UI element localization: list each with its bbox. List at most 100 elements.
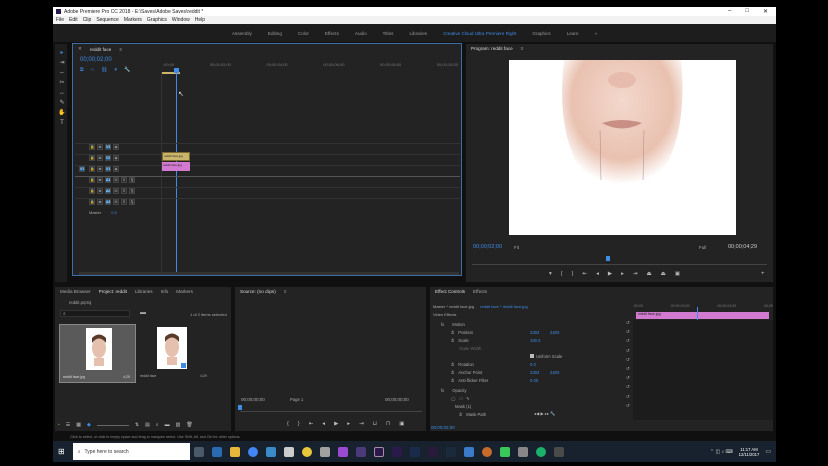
insert-icon[interactable]: ⊔ <box>373 421 377 427</box>
stopwatch-icon[interactable]: ⏱ <box>451 362 454 367</box>
ellipse-mask-icon[interactable]: ◯ <box>451 396 456 401</box>
lock-icon[interactable]: 🔒 <box>89 166 95 172</box>
play-icon[interactable]: ▶ <box>608 271 612 277</box>
effect-row-opacity[interactable]: fx Opacity <box>437 386 627 394</box>
project-item-selected[interactable]: reddit face.jpg 4;29 <box>59 324 136 383</box>
source-page-select[interactable]: Page 1 <box>290 397 303 402</box>
source-tab[interactable]: Source: (no clips) <box>240 289 276 294</box>
uniform-scale-checkbox[interactable] <box>530 354 534 358</box>
lock-icon[interactable]: 🔒 <box>89 188 95 194</box>
extract-icon[interactable]: ⏏ <box>661 271 666 277</box>
workspace-tab[interactable]: Audio <box>355 31 367 36</box>
track-label[interactable]: A3 <box>105 199 111 205</box>
wrench-icon[interactable]: 🔧 <box>124 67 130 73</box>
workspace-tab[interactable]: Titles <box>383 31 394 36</box>
timeline-close-icon[interactable]: ✕ <box>78 46 82 52</box>
workspace-tab-active[interactable]: Creative Cloud Ultra Premiere Right <box>443 31 516 36</box>
nest-icon[interactable]: ⧉ <box>80 67 84 73</box>
toggle-output-icon[interactable]: ◉ <box>113 166 119 172</box>
windows-start-icon[interactable]: ⊞ <box>58 447 65 456</box>
photoshop-icon[interactable] <box>409 446 420 457</box>
mic-icon[interactable]: 🎙 <box>129 177 135 183</box>
maximize-button[interactable]: □ <box>745 8 749 15</box>
tab-project[interactable]: Project: reddit <box>99 289 127 294</box>
mic-icon[interactable]: 🎙 <box>129 188 135 194</box>
app-icon[interactable] <box>337 446 348 457</box>
tab-media-browser[interactable]: Media Browser <box>60 289 91 294</box>
sync-lock-icon[interactable]: ⇆ <box>97 199 103 205</box>
solo-icon[interactable]: S <box>121 199 127 205</box>
go-to-in-icon[interactable]: ⇤ <box>582 271 587 277</box>
step-back-icon[interactable]: ◂ <box>322 421 325 427</box>
stopwatch-icon[interactable]: ⏱ <box>451 338 454 343</box>
timeline-scrollbar[interactable] <box>79 272 459 275</box>
add-marker-icon[interactable]: ▾ <box>115 67 118 73</box>
stopwatch-icon[interactable]: ⏱ <box>451 378 454 383</box>
workspace-tab[interactable]: Graphics <box>532 31 550 36</box>
sync-lock-icon[interactable]: ⇆ <box>97 144 103 150</box>
ripple-edit-tool-icon[interactable]: ⇔ <box>58 69 66 77</box>
app-icon[interactable] <box>301 446 312 457</box>
taskbar-search[interactable]: ⌕ Type here to search <box>72 443 190 460</box>
effect-row-uniform-scale[interactable]: Uniform Scale <box>437 352 627 360</box>
export-frame-icon[interactable]: ▣ <box>675 271 680 277</box>
timeline-ruler[interactable]: :00;00 00;00;02;00 00;00;04;00 00;00;06;… <box>163 62 458 71</box>
mark-out-icon[interactable]: } <box>298 421 300 427</box>
close-button[interactable]: ✕ <box>763 8 768 15</box>
lock-icon[interactable]: 🔒 <box>89 144 95 150</box>
program-video-frame[interactable] <box>509 60 736 235</box>
pen-tool-icon[interactable]: ✎ <box>58 99 66 107</box>
icon-view-icon[interactable]: ▦ <box>76 422 81 428</box>
sync-lock-icon[interactable]: ⇆ <box>97 155 103 161</box>
app-icon[interactable] <box>445 446 456 457</box>
master-clip-select[interactable]: Master * reddit face.jpg <box>433 304 474 309</box>
menu-edit[interactable]: Edit <box>69 17 78 23</box>
timeline-menu-icon[interactable]: ≡ <box>119 47 122 52</box>
effect-value[interactable]: 0.0 <box>530 362 536 367</box>
menu-file[interactable]: File <box>56 17 64 23</box>
mask-path-track-icons[interactable]: ◂◀ ▶ ▸▸ 🔧 <box>534 411 555 417</box>
type-tool-icon[interactable]: T <box>58 119 66 127</box>
export-frame-icon[interactable]: ▣ <box>399 421 404 427</box>
mute-icon[interactable]: M <box>113 177 119 183</box>
app-icon[interactable] <box>319 446 330 457</box>
chrome-icon[interactable] <box>247 446 258 457</box>
workspace-tab[interactable]: Libraries <box>409 31 427 36</box>
tab-info[interactable]: Info <box>161 289 169 294</box>
system-tray-icons[interactable]: ⌃ ◫ ♪ ⌨ <box>710 449 733 455</box>
stopwatch-icon[interactable]: ⏱ <box>451 370 454 375</box>
menu-help[interactable]: Help <box>195 17 205 23</box>
effect-ruler[interactable]: ;00;00 00;00;02;00 00;00;04;00 00;00 <box>633 304 773 308</box>
new-bin-icon[interactable]: ▬ <box>140 310 146 316</box>
workspace-tab[interactable]: Color <box>298 31 309 36</box>
workspace-tab[interactable]: Editing <box>268 31 282 36</box>
solo-icon[interactable]: S <box>121 177 127 183</box>
video-clip[interactable]: reddit face.jpg <box>162 152 190 161</box>
effect-row-position[interactable]: ⏱ Position 2303 2403 <box>437 328 627 336</box>
rect-mask-icon[interactable]: □ <box>460 396 463 401</box>
program-scrubber[interactable] <box>472 260 767 265</box>
selection-tool-icon[interactable]: ▸ <box>58 49 66 57</box>
effect-clip-bar[interactable]: reddit face.jpg <box>636 312 769 319</box>
mic-icon[interactable]: 🎙 <box>129 199 135 205</box>
program-playhead[interactable] <box>606 256 610 261</box>
effect-row-anchor-point[interactable]: ⏱ Anchor Point 2303 2403 <box>437 368 627 376</box>
sync-lock-icon[interactable]: ⇆ <box>97 188 103 194</box>
store-icon[interactable] <box>265 446 276 457</box>
app-icon[interactable] <box>499 446 510 457</box>
track-label[interactable]: V2 <box>105 155 111 161</box>
workspace-tab[interactable]: Assembly <box>232 31 252 36</box>
step-forward-icon[interactable]: ▸ <box>621 271 624 277</box>
linked-selection-icon[interactable]: ⛓ <box>101 67 107 73</box>
sort-icon[interactable]: ⇅ <box>135 422 139 428</box>
toggle-output-icon[interactable]: ◉ <box>113 155 119 161</box>
edge-icon[interactable] <box>211 446 222 457</box>
play-icon[interactable]: ▶ <box>334 421 338 427</box>
source-timecode-left[interactable]: 00;00;00;00 <box>241 397 265 402</box>
pen-mask-icon[interactable]: ✎ <box>466 396 470 401</box>
minimize-button[interactable]: – <box>728 8 731 15</box>
solo-icon[interactable]: S <box>121 188 127 194</box>
timeline-tab[interactable]: reddit face <box>90 47 111 52</box>
freeform-view-icon[interactable]: ◆ <box>87 422 91 428</box>
app-icon[interactable] <box>427 446 438 457</box>
